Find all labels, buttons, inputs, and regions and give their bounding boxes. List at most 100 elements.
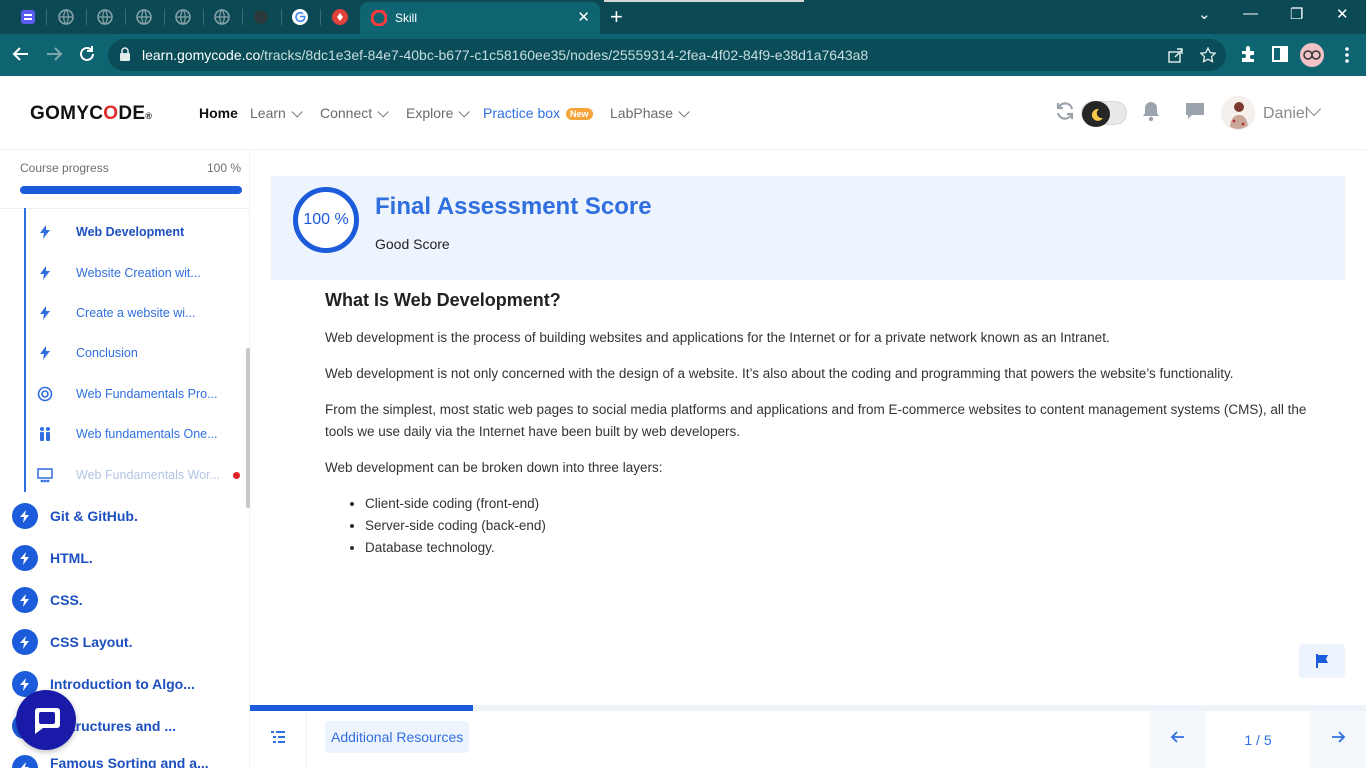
reload-icon[interactable] [76,44,98,66]
report-flag-button[interactable] [1299,644,1345,678]
logo-text-part: DE [118,103,146,124]
nav-explore[interactable]: Explore [406,105,471,121]
bolt-icon [12,755,38,768]
sidebar-item-web-development[interactable]: Web Development [36,219,236,245]
bookmark-star-icon[interactable] [1199,46,1217,63]
window-close-icon[interactable]: ✕ [1336,5,1349,23]
list-item: Server-side coding (back-end) [365,515,1315,537]
bolt-icon [36,264,54,282]
nav-practice-box[interactable]: Practice box New [483,105,593,121]
tab-favicon-globe-icon[interactable] [212,7,232,27]
extensions-icon[interactable] [1238,45,1258,65]
lesson-heading: What Is Web Development? [325,290,561,310]
sidebar-item-conclusion[interactable]: Conclusion [36,340,236,366]
tab-separator [242,9,243,25]
address-bar[interactable]: learn.gomycode.co/tracks/8dc1e3ef-84e7-4… [108,39,1226,71]
list-item: Client-side coding (front-end) [365,493,1315,515]
module-css-layout[interactable]: CSS Layout. [12,629,242,655]
sidebar-scrollbar[interactable] [246,348,250,508]
module-label: Famous Sorting and a... [50,755,209,768]
chevron-down-icon [458,106,471,118]
forward-icon[interactable] [43,44,65,66]
url-text[interactable]: learn.gomycode.co/tracks/8dc1e3ef-84e7-4… [142,47,868,63]
course-progress-label: Course progress [20,161,109,175]
additional-resources-button[interactable]: Additional Resources [325,721,470,753]
page-indicator: 1 / 5 [1206,711,1310,768]
list-item: Database technology. [365,537,1315,559]
sidebar-divider [0,208,250,209]
tab-favicon-globe-icon[interactable] [95,7,115,27]
sidebar-item-website-creation[interactable]: Website Creation wit... [36,260,236,286]
nav-connect[interactable]: Connect [320,105,389,121]
support-chat-button[interactable] [16,690,76,750]
browser-tab-bar: Skill ✕ + ⌄ — ❐ ✕ [0,0,1366,34]
module-html[interactable]: HTML. [12,545,242,571]
tab-strip-indicator [604,0,804,2]
tab-separator [320,9,321,25]
tab-favicon-dark-icon[interactable] [251,7,271,27]
user-name[interactable]: Daniel [1263,105,1308,123]
nav-labphase[interactable]: LabPhase [610,105,690,121]
tab-favicon-red-icon[interactable] [330,7,350,27]
module-sorting[interactable]: Famous Sorting and a... [12,755,242,768]
nav-labphase-label: LabPhase [610,105,674,121]
dark-mode-toggle[interactable] [1081,101,1127,127]
sync-icon[interactable] [1053,100,1077,124]
module-git-github[interactable]: Git & GitHub. [12,503,242,529]
flag-icon [1316,654,1328,668]
restore-icon[interactable]: ❐ [1290,5,1303,23]
outline-list-icon[interactable] [268,729,288,749]
app-header: GOMYCODE® Home Learn Connect Explore Pra… [0,76,1366,150]
tab-search-icon[interactable]: ⌄ [1198,5,1211,23]
menu-kebab-icon[interactable] [1344,46,1350,68]
minimize-icon[interactable]: — [1243,5,1258,22]
sidebar-item-label: Web Development [76,225,185,239]
previous-arrow-icon[interactable] [1168,729,1188,749]
tab-favicon-app-icon[interactable] [18,7,38,27]
module-css[interactable]: CSS. [12,587,242,613]
module-track-line [24,208,26,492]
browser-toolbar: learn.gomycode.co/tracks/8dc1e3ef-84e7-4… [0,34,1366,76]
workshop-icon [36,466,54,484]
lock-icon [120,47,130,61]
next-arrow-icon[interactable] [1328,729,1348,749]
url-host: learn.gomycode.co [142,47,261,63]
chat-icon [35,708,60,734]
tab-favicon-globe-icon[interactable] [134,7,154,27]
tab-close-icon[interactable]: ✕ [577,9,590,27]
course-sidebar: Course progress 100 % Web Development We… [0,150,250,768]
chevron-down-icon [678,106,690,118]
chevron-down-icon[interactable] [1306,101,1322,117]
tab-favicon-globe-icon[interactable] [173,7,193,27]
messages-icon[interactable] [1183,100,1207,124]
gomycode-logo[interactable]: GOMYCODE® [30,103,152,125]
active-tab-title: Skill [395,11,418,25]
active-tab[interactable]: Skill ✕ [360,2,600,34]
new-tab-button[interactable]: + [610,4,623,30]
sidebar-item-web-fundamentals-one[interactable]: Web fundamentals One... [36,421,236,447]
score-percent: 100 % [303,211,349,228]
side-panel-icon[interactable] [1270,45,1290,65]
logo-text-o: O [103,103,119,124]
profile-avatar-icon[interactable] [1300,43,1324,67]
back-icon[interactable] [10,44,32,66]
tab-separator [46,9,47,25]
notification-bell-icon[interactable] [1139,100,1163,124]
module-label: CSS Layout. [50,634,133,650]
tab-favicon-google-icon[interactable] [290,7,310,27]
user-avatar[interactable] [1221,96,1255,130]
tab-favicon-globe-icon[interactable] [56,7,76,27]
sidebar-item-create-website[interactable]: Create a website wi... [36,300,236,326]
bolt-icon [36,223,54,241]
opera-icon [371,10,387,26]
sidebar-item-web-fundamentals-workshop[interactable]: Web Fundamentals Wor... [36,462,236,488]
tab-separator [86,9,87,25]
share-icon[interactable] [1168,47,1184,63]
url-path: /tracks/8dc1e3ef-84e7-40bc-b677-c1c58160… [260,47,869,63]
nav-home[interactable]: Home [199,105,238,121]
module-label: HTML. [50,550,93,566]
sidebar-item-web-fundamentals-project[interactable]: Web Fundamentals Pro... [36,381,236,407]
lesson-footer: Additional Resources 1 / 5 [250,711,1366,768]
nav-learn[interactable]: Learn [250,105,303,121]
chevron-down-icon [377,106,389,118]
